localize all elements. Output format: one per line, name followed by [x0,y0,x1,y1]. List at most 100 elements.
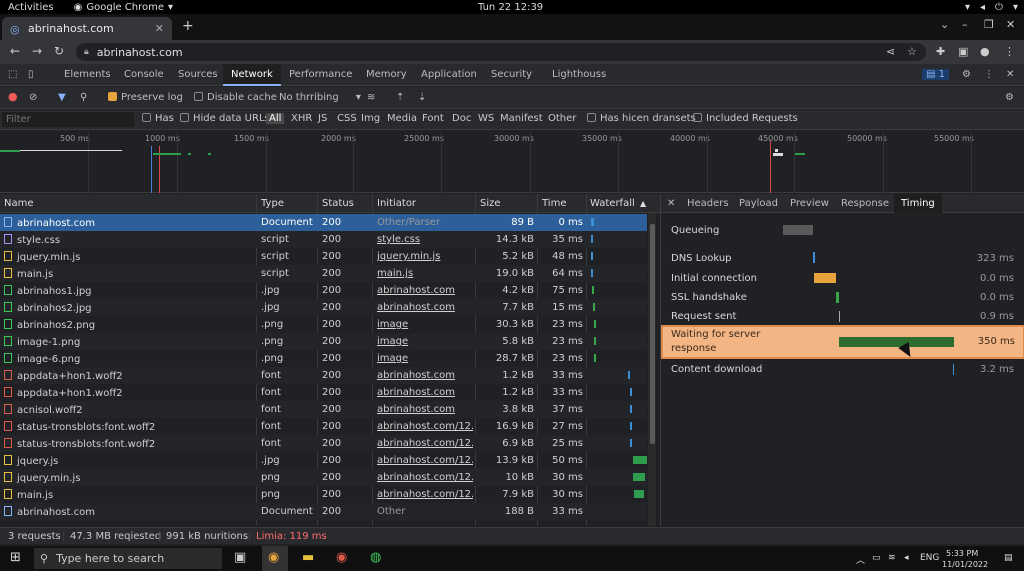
cell-initiator[interactable]: image [377,319,473,330]
table-row[interactable]: acnisol.woff2 font 200 abrinahost.com 3.8 kB… [0,401,647,418]
tab-application[interactable]: Application [421,69,477,80]
tab-network[interactable]: Network [223,64,281,86]
maximize-icon[interactable]: ❐ [984,18,994,31]
browser-tab[interactable]: ◎ abrinahost.com ✕ [2,17,172,40]
close-devtools-icon[interactable]: ✕ [1006,69,1014,80]
side-panel-icon[interactable]: ▣ [958,45,968,58]
windows-start-icon[interactable]: ⊞ [10,550,21,565]
clear-icon[interactable]: ⊘ [29,92,37,103]
has-blocked-checkbox[interactable]: Has hicen dransets [587,113,696,124]
cell-initiator[interactable]: image [377,336,473,347]
filter-type-css[interactable]: CSS [337,113,357,124]
tab-preview[interactable]: Preview [790,198,829,209]
tab-console[interactable]: Console [124,69,164,80]
filter-type-js[interactable]: JS [318,113,327,124]
cell-initiator[interactable]: image [377,353,473,364]
table-row[interactable]: main.js png 200 abrinahost.com/12... 7.9 kB 3… [0,486,647,503]
inspect-icon[interactable]: ⬚ [8,69,17,80]
issues-badge[interactable]: ▤ 1 [922,69,950,80]
tab-payload[interactable]: Payload [739,198,778,209]
cell-initiator[interactable]: style.css [377,234,473,245]
export-har-icon[interactable]: ⇣ [418,92,426,103]
import-har-icon[interactable]: ⇡ [396,92,404,103]
cell-initiator[interactable]: jquery.min.js [377,251,473,262]
filter-type-media[interactable]: Media [387,113,417,124]
green-app-icon[interactable]: ◍ [370,550,381,565]
activities-button[interactable]: Activities [8,2,54,13]
network-conditions-icon[interactable]: ≋ [367,92,375,103]
cell-initiator[interactable]: abrinahost.com [377,285,473,296]
sort-up-icon[interactable]: ▲ [640,199,646,208]
preserve-log-checkbox[interactable]: Preserve log [108,92,183,103]
table-row[interactable]: jquery.min.js script 200 jquery.min.js 5.2 k… [0,248,647,265]
new-tab-button[interactable]: + [182,18,194,34]
cell-initiator[interactable]: abrinahost.com [377,370,473,381]
column-type[interactable]: Type [261,198,284,209]
device-toolbar-icon[interactable]: ▯ [28,69,34,80]
notifications-icon[interactable]: ▤ [1004,553,1013,563]
chrome-taskbar-icon[interactable]: ◉ [268,550,279,565]
column-initiator[interactable]: Initiator [377,198,416,209]
column-status[interactable]: Status [322,198,354,209]
hide-data-urls-checkbox[interactable]: Hide data URLs [180,113,270,124]
tab-security[interactable]: Security [491,69,532,80]
tab-timing[interactable]: Timing [894,194,942,213]
cell-initiator[interactable]: abrinahost.com/12... [377,472,473,483]
tray-chevron-icon[interactable]: ︿ [856,553,865,566]
reload-icon[interactable]: ↻ [54,44,64,58]
table-row[interactable]: status-tronsblots:font.woff2 font 200 abrin… [0,435,647,452]
bookmark-star-icon[interactable]: ☆ [907,45,917,58]
system-tray[interactable]: ▾ ◂ ⏻ ▾ [965,2,1018,13]
table-row[interactable]: abrinahos2.jpg .jpg 200 abrinahost.com 7.7 k… [0,299,647,316]
table-row[interactable]: abrinahos2.png .png 200 image 30.3 kB 23 ms [0,316,647,333]
omnibox[interactable]: 🔒︎ abrinahost.com [76,43,926,61]
share-icon[interactable]: ⋖ [886,45,895,58]
column-time[interactable]: Time [542,198,566,209]
filter-type-ws[interactable]: WS [478,113,494,124]
table-row[interactable]: abrinahost.com Document 200 Other/Parser 89 … [0,214,647,231]
waiting-row-highlight[interactable]: Waiting for server response 350 ms [661,325,1024,359]
table-row[interactable]: image-6.png .png 200 image 28.7 kB 23 ms [0,350,647,367]
has-checkbox[interactable]: Has [142,113,174,124]
taskbar-date[interactable]: 11/01/2022 [942,560,988,569]
task-view-icon[interactable]: ▣ [234,550,246,565]
tab-search-icon[interactable]: ⌄ [940,18,949,31]
filter-type-all[interactable]: All [266,113,285,124]
filter-type-manifest[interactable]: Manifest [500,113,543,124]
table-row[interactable]: jquery.min.js png 200 abrinahost.com/12... 1… [0,469,647,486]
profile-icon[interactable]: ● [980,45,990,58]
cell-initiator[interactable]: abrinahost.com [377,302,473,313]
cell-initiator[interactable]: abrinahost.com/12... [377,421,473,432]
close-window-icon[interactable]: ✕ [1006,18,1015,31]
forward-icon[interactable]: → [32,44,42,58]
filter-type-img[interactable]: Img [361,113,380,124]
tab-lighthouse[interactable]: Lighthouss [552,69,606,80]
volume-icon[interactable]: ◂ [904,553,909,563]
table-row[interactable]: appdata+hon1.woff2 font 200 abrinahost.com 1… [0,384,647,401]
table-row[interactable]: abrinahost.com Document 200 Other 188 B 33 ms [0,503,647,520]
filter-type-doc[interactable]: Doc [452,113,471,124]
settings-gear-icon[interactable]: ⚙ [962,69,971,80]
network-overview[interactable]: 500 ms 1000 ms 1500 ms 2000 ms 25000 ms … [0,131,1024,193]
tab-sources[interactable]: Sources [178,69,218,80]
tab-elements[interactable]: Elements [64,69,111,80]
record-icon[interactable]: ● [8,90,18,103]
table-row[interactable]: appdata+hon1.woff2 font 200 abrinahost.com 1… [0,367,647,384]
filter-type-font[interactable]: Font [422,113,444,124]
network-settings-icon[interactable]: ⚙ [1005,92,1014,103]
taskbar-search[interactable]: ⚲ Type here to search [34,548,222,569]
tab-memory[interactable]: Memory [366,69,407,80]
included-requests-checkbox[interactable]: Included Requests [693,113,798,124]
table-scrollbar-thumb[interactable] [650,224,655,444]
table-row[interactable]: abrinahos1.jpg .jpg 200 abrinahost.com 4.2 k… [0,282,647,299]
close-details-icon[interactable]: ✕ [667,198,675,209]
os-clock[interactable]: Tun 22 12:39 [478,2,543,13]
app-menu[interactable]: ◉ Google Chrome ▾ [74,2,173,13]
table-row[interactable]: image-1.png .png 200 image 5.8 kB 23 ms [0,333,647,350]
filter-icon[interactable]: ▼ [58,92,66,103]
file-explorer-icon[interactable]: ▬ [302,550,314,565]
column-size[interactable]: Size [480,198,501,209]
column-waterfall[interactable]: Waterfall [590,198,635,209]
column-name[interactable]: Name [4,198,34,209]
throttling-select[interactable]: No thrribing ▾ [279,92,361,103]
